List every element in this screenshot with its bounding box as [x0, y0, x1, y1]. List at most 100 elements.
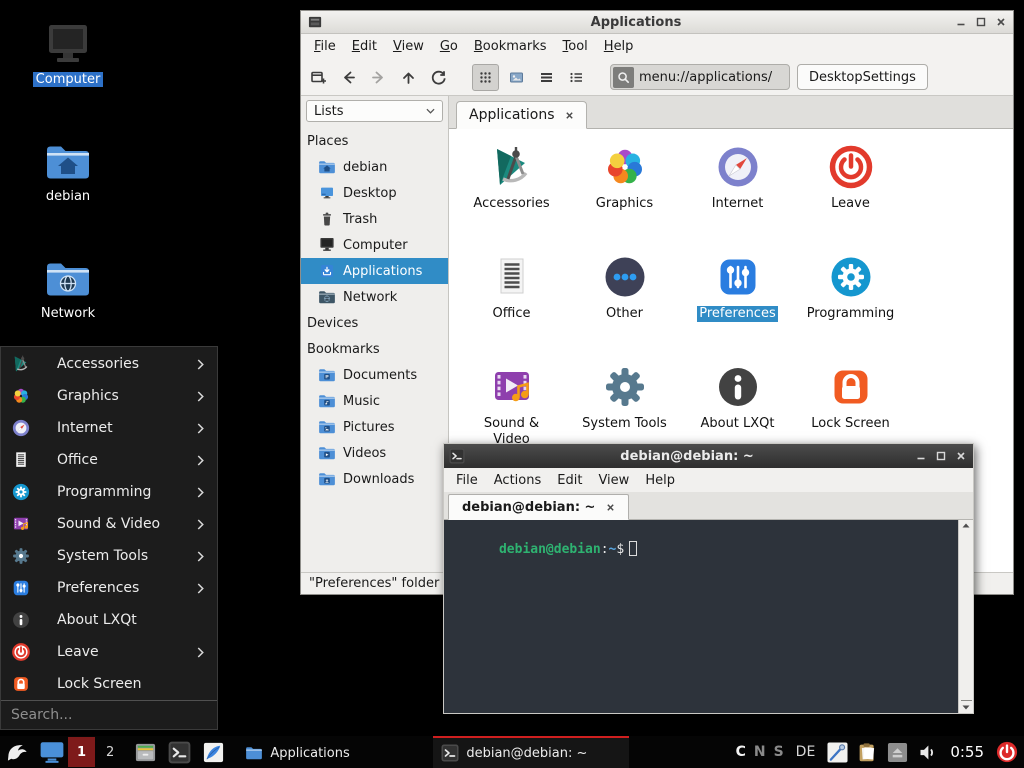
app-category-item[interactable]: Leave: [794, 137, 907, 247]
sidebar-row[interactable]: Documents: [301, 362, 448, 388]
app-category-item[interactable]: Programming: [794, 247, 907, 357]
sidebar-row[interactable]: Places: [301, 128, 448, 154]
tab-close-icon[interactable]: [606, 503, 615, 512]
category-label: Other: [606, 306, 643, 322]
task-button[interactable]: debian@debian: ~: [433, 736, 629, 768]
keyboard-layout[interactable]: DE: [796, 744, 816, 760]
sidebar-row[interactable]: Computer: [301, 232, 448, 258]
menubar-item[interactable]: Go: [432, 37, 466, 56]
workspace-switcher[interactable]: 2: [98, 737, 122, 767]
tray-icon[interactable]: [887, 742, 908, 763]
app-category-item[interactable]: Office: [455, 247, 568, 357]
sidebar-row[interactable]: Downloads: [301, 466, 448, 492]
terminal-titlebar[interactable]: debian@debian: ~: [444, 444, 973, 468]
sidebar-mode-selector[interactable]: Lists: [306, 100, 443, 122]
menubar-item[interactable]: File: [306, 37, 344, 56]
menubar-item[interactable]: Bookmarks: [466, 37, 555, 56]
view-mode-button[interactable]: [538, 69, 555, 86]
start-menu-item[interactable]: Programming: [1, 476, 217, 508]
chevron-right-icon: [196, 454, 205, 467]
sidebar-row[interactable]: Trash: [301, 206, 448, 232]
address-bar[interactable]: menu://applications/: [610, 64, 790, 90]
menubar-item[interactable]: Help: [637, 471, 683, 490]
toolbar-nav-button[interactable]: [370, 69, 387, 86]
desktop-settings-button[interactable]: DesktopSettings: [797, 64, 928, 90]
tray-icon[interactable]: [827, 742, 848, 763]
toolbar-nav-button[interactable]: [400, 69, 417, 86]
tray-icon[interactable]: [917, 742, 938, 763]
start-menu-item[interactable]: System Tools: [1, 540, 217, 572]
app-category-item[interactable]: Internet: [681, 137, 794, 247]
quick-launch-button[interactable]: [168, 741, 191, 764]
task-button[interactable]: Applications: [237, 736, 433, 768]
app-category-item[interactable]: Graphics: [568, 137, 681, 247]
sidebar-row-label: Applications: [343, 264, 422, 279]
menubar-item[interactable]: Actions: [486, 471, 550, 490]
start-menu-item[interactable]: Lock Screen: [1, 668, 217, 700]
sidebar-row[interactable]: Network: [301, 284, 448, 310]
start-menu-item[interactable]: Accessories: [1, 348, 217, 380]
sidebar-row[interactable]: debian: [301, 154, 448, 180]
window-control-button[interactable]: [916, 451, 926, 461]
sidebar-row[interactable]: Desktop: [301, 180, 448, 206]
window-control-button[interactable]: [996, 17, 1006, 27]
window-control-button[interactable]: [976, 17, 986, 27]
fm-tab-applications[interactable]: Applications: [456, 101, 587, 129]
menubar-item[interactable]: Tool: [555, 37, 596, 56]
desktop-icon[interactable]: Network: [20, 256, 116, 321]
workspace-switcher[interactable]: 1: [68, 737, 95, 767]
menubar-item[interactable]: View: [590, 471, 637, 490]
app-category-item[interactable]: Accessories: [455, 137, 568, 247]
power-button[interactable]: [996, 741, 1018, 763]
sidebar-row[interactable]: Videos: [301, 440, 448, 466]
start-menu-item[interactable]: Office: [1, 444, 217, 476]
tray-icon[interactable]: [857, 742, 878, 763]
start-menu-item[interactable]: About LXQt: [1, 604, 217, 636]
sidebar-row-label: Downloads: [343, 472, 414, 487]
start-menu-item[interactable]: Sound & Video: [1, 508, 217, 540]
window-control-button[interactable]: [936, 451, 946, 461]
view-mode-button[interactable]: [568, 69, 585, 86]
fm-titlebar[interactable]: Applications: [301, 11, 1013, 34]
menubar-item[interactable]: View: [385, 37, 432, 56]
sidebar-row[interactable]: Pictures: [301, 414, 448, 440]
start-menu-button[interactable]: [0, 736, 34, 768]
desktop-icon[interactable]: Computer: [20, 22, 116, 87]
toolbar-nav-button[interactable]: [340, 69, 357, 86]
prompt-symbol: $: [616, 542, 624, 557]
app-category-item[interactable]: Preferences: [681, 247, 794, 357]
start-menu-item[interactable]: Internet: [1, 412, 217, 444]
category-icon: [601, 253, 649, 301]
menubar-item[interactable]: File: [448, 471, 486, 490]
sidebar-row[interactable]: Music: [301, 388, 448, 414]
terminal-scrollbar[interactable]: [958, 520, 973, 713]
start-menu-item[interactable]: Preferences: [1, 572, 217, 604]
terminal-tab[interactable]: debian@debian: ~: [448, 494, 629, 520]
menu-search-input[interactable]: Search...: [1, 700, 217, 729]
window-control-button[interactable]: [956, 17, 966, 27]
tab-close-icon[interactable]: [565, 111, 574, 120]
menubar-item[interactable]: Help: [596, 37, 642, 56]
scroll-down-icon[interactable]: [962, 705, 970, 710]
quick-launch-button[interactable]: [134, 741, 157, 764]
view-mode-button[interactable]: [472, 64, 499, 91]
menubar-item[interactable]: Edit: [549, 471, 590, 490]
show-desktop-button[interactable]: [39, 740, 65, 764]
start-menu-item[interactable]: Graphics: [1, 380, 217, 412]
app-category-item[interactable]: Other: [568, 247, 681, 357]
sidebar-row[interactable]: Bookmarks: [301, 336, 448, 362]
sidebar-row[interactable]: Applications: [301, 258, 448, 284]
toolbar-nav-button[interactable]: [310, 69, 327, 86]
desktop-icon-label: debian: [46, 189, 90, 204]
quick-launch-button[interactable]: [202, 741, 225, 764]
scroll-up-icon[interactable]: [962, 523, 970, 528]
toolbar-nav-button[interactable]: [430, 69, 447, 86]
menubar-item[interactable]: Edit: [344, 37, 385, 56]
clock[interactable]: 0:55: [950, 743, 984, 761]
sidebar-row[interactable]: Devices: [301, 310, 448, 336]
terminal-screen[interactable]: debian@debian:~$: [444, 520, 958, 713]
start-menu-item[interactable]: Leave: [1, 636, 217, 668]
view-mode-button[interactable]: [508, 69, 525, 86]
desktop-icon[interactable]: debian: [20, 139, 116, 204]
window-control-button[interactable]: [956, 451, 966, 461]
